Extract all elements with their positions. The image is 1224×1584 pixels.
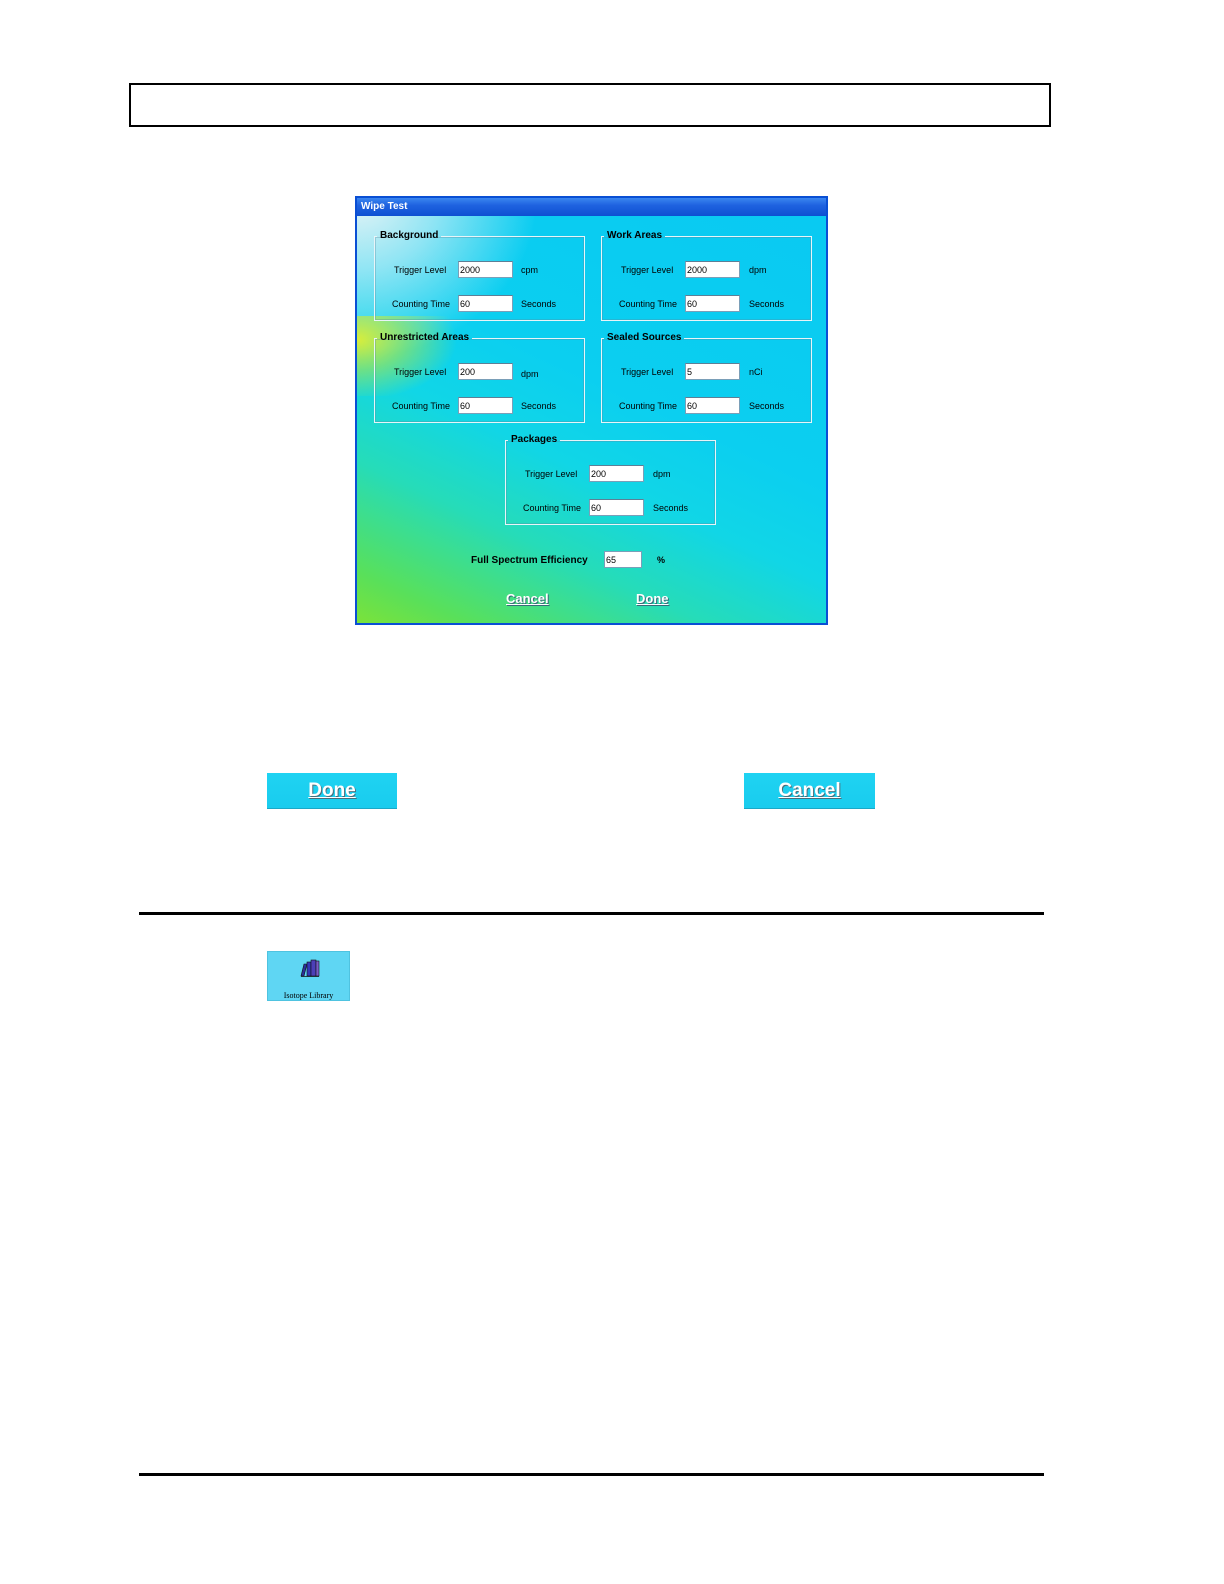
work-areas-time-unit: Seconds bbox=[749, 299, 785, 309]
work-areas-legend: Work Areas bbox=[607, 230, 663, 241]
packages-time-unit: Seconds bbox=[653, 503, 689, 513]
dialog-cancel-button[interactable]: Cancel bbox=[506, 591, 549, 606]
background-trigger-input[interactable] bbox=[458, 261, 513, 278]
efficiency-unit: % bbox=[657, 555, 666, 565]
isotope-library-button[interactable]: Isotope Library bbox=[267, 951, 350, 1001]
unrestricted-areas-legend: Unrestricted Areas bbox=[380, 332, 470, 343]
work-areas-trigger-label: Trigger Level bbox=[621, 265, 674, 275]
background-legend: Background bbox=[380, 230, 439, 241]
efficiency-input[interactable] bbox=[604, 551, 642, 568]
sealed-trigger-unit: nCi bbox=[749, 367, 763, 377]
packages-trigger-input[interactable] bbox=[589, 465, 644, 482]
work-areas-trigger-input[interactable] bbox=[685, 261, 740, 278]
background-trigger-unit: cpm bbox=[521, 265, 539, 275]
isotope-library-label: Isotope Library bbox=[283, 991, 334, 1000]
background-trigger-label: Trigger Level bbox=[394, 265, 447, 275]
packages-time-input[interactable] bbox=[589, 499, 644, 516]
packages-legend: Packages bbox=[511, 434, 558, 445]
unrestricted-time-unit: Seconds bbox=[521, 401, 557, 411]
packages-time-label: Counting Time bbox=[523, 503, 582, 513]
section-divider bbox=[139, 912, 1044, 915]
sealed-time-label: Counting Time bbox=[619, 401, 678, 411]
work-areas-time-label: Counting Time bbox=[619, 299, 678, 309]
packages-trigger-unit: dpm bbox=[653, 469, 671, 479]
books-icon bbox=[300, 959, 320, 977]
wipe-test-window: Wipe Test Background Trigger Level cpm C… bbox=[355, 196, 828, 625]
background-time-unit: Seconds bbox=[521, 299, 557, 309]
sealed-trigger-input[interactable] bbox=[685, 363, 740, 380]
sealed-sources-legend: Sealed Sources bbox=[607, 332, 682, 343]
unrestricted-trigger-input[interactable] bbox=[458, 363, 513, 380]
efficiency-label: Full Spectrum Efficiency bbox=[471, 555, 588, 566]
unrestricted-trigger-label: Trigger Level bbox=[394, 367, 447, 377]
work-areas-time-input[interactable] bbox=[685, 295, 740, 312]
sealed-time-unit: Seconds bbox=[749, 401, 785, 411]
unrestricted-trigger-unit: dpm bbox=[521, 369, 539, 379]
unrestricted-time-input[interactable] bbox=[458, 397, 513, 414]
packages-trigger-label: Trigger Level bbox=[525, 469, 578, 479]
cancel-button[interactable]: Cancel bbox=[744, 773, 875, 809]
work-areas-trigger-unit: dpm bbox=[749, 265, 767, 275]
unrestricted-time-label: Counting Time bbox=[392, 401, 451, 411]
footer-divider bbox=[139, 1473, 1044, 1476]
header-box bbox=[129, 83, 1051, 127]
sealed-trigger-label: Trigger Level bbox=[621, 367, 674, 377]
window-title: Wipe Test bbox=[357, 198, 826, 216]
background-time-label: Counting Time bbox=[392, 299, 451, 309]
sealed-time-input[interactable] bbox=[685, 397, 740, 414]
dialog-done-button[interactable]: Done bbox=[636, 591, 669, 606]
done-button[interactable]: Done bbox=[267, 773, 397, 809]
background-time-input[interactable] bbox=[458, 295, 513, 312]
